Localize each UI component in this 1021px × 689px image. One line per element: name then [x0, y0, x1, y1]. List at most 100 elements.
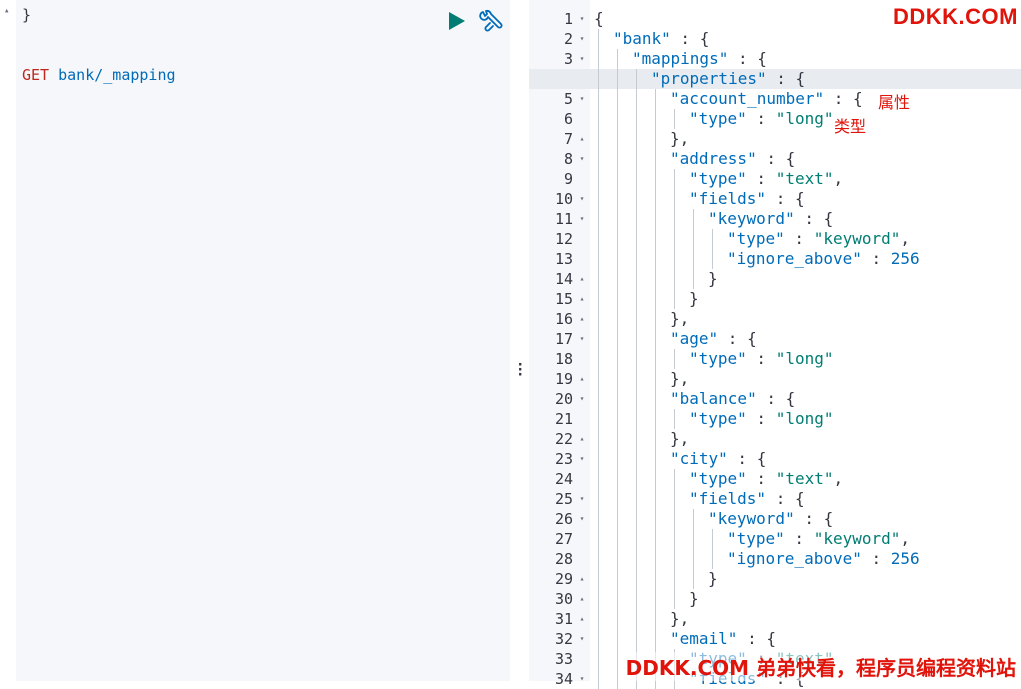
code-line: },: [670, 429, 689, 449]
token-punc: :: [746, 109, 776, 128]
indent-guide: [693, 209, 694, 289]
token-key: "type": [689, 169, 747, 188]
unfold-toggle-icon[interactable]: ▴: [577, 369, 587, 389]
line-number: 23: [554, 450, 573, 468]
fold-toggle-icon[interactable]: ▾: [577, 209, 587, 229]
watermark-bottom: DDKK.COM 弟弟快看，程序员编程资料站: [623, 652, 1018, 681]
indent-guide: [655, 89, 656, 689]
fold-toggle-icon[interactable]: ▾: [577, 89, 587, 109]
request-editor[interactable]: } GET bank/_mapping: [16, 0, 510, 681]
request-panel: ▴ } GET bank/_mapping: [0, 0, 512, 681]
token-key: "city": [670, 449, 728, 468]
token-key: "bank": [613, 29, 671, 48]
indent-guide: [712, 229, 713, 269]
unfold-toggle-icon[interactable]: ▴: [577, 129, 587, 149]
line-number: 5: [563, 90, 573, 108]
line-number: 9: [563, 170, 573, 188]
unfold-toggle-icon[interactable]: ▴: [577, 309, 587, 329]
token-key: "account_number": [670, 89, 825, 108]
code-line: "fields" : {: [689, 189, 805, 209]
token-punc: : {: [824, 89, 863, 108]
token-key: "ignore_above": [727, 549, 862, 568]
indent-guide: [674, 169, 675, 309]
code-line: "type" : "keyword",: [727, 529, 910, 549]
token-num: 256: [890, 549, 920, 568]
token-str: "long": [775, 349, 834, 368]
unfold-toggle-icon[interactable]: ▴: [577, 269, 587, 289]
code-line: "city" : {: [670, 449, 766, 469]
line-number: 2: [563, 30, 573, 48]
line-number: 31: [554, 610, 573, 628]
code-line: "keyword" : {: [708, 209, 833, 229]
fold-toggle-icon[interactable]: ▾: [577, 29, 587, 49]
line-number: 28: [554, 550, 573, 568]
panel-resize-handle[interactable]: · · ·: [511, 0, 529, 681]
token-punc: : {: [766, 489, 805, 508]
token-punc: : {: [728, 49, 767, 68]
indent-guide: [674, 409, 675, 429]
token-key: "age": [670, 329, 719, 348]
line-number: 6: [563, 110, 573, 128]
request-settings-button[interactable]: [478, 9, 504, 35]
fold-toggle-icon[interactable]: ▾: [577, 149, 587, 169]
fold-toggle-icon[interactable]: ▾: [577, 509, 587, 529]
request-line[interactable]: GET bank/_mapping: [22, 65, 176, 85]
vertical-dots-icon: · · ·: [516, 357, 525, 383]
unfold-toggle-icon[interactable]: ▴: [577, 429, 587, 449]
line-number: 34: [554, 670, 573, 688]
line-number: 15: [554, 290, 573, 308]
send-request-button[interactable]: [446, 9, 468, 33]
fold-toggle-icon[interactable]: ▾: [577, 329, 587, 349]
token-punc: : {: [737, 629, 776, 648]
line-number: 29: [554, 570, 573, 588]
unfold-toggle-icon[interactable]: ▴: [577, 609, 587, 629]
token-punc: },: [670, 129, 690, 148]
token-str: "long": [775, 109, 834, 128]
token-punc: ,: [900, 529, 911, 548]
fold-toggle-icon[interactable]: ▾: [577, 389, 587, 409]
line-number: 16: [554, 310, 573, 328]
token-key: "balance": [670, 389, 757, 408]
fold-toggle-icon[interactable]: ▾: [577, 189, 587, 209]
type-annotation: 类型: [834, 117, 867, 136]
http-verb: GET: [22, 66, 50, 84]
indent-guide: [674, 469, 675, 609]
code-line: "type" : "text",: [689, 169, 843, 189]
line-number: 25: [554, 490, 573, 508]
token-punc: :: [746, 409, 776, 428]
code-line: "email" : {: [670, 629, 776, 649]
token-punc: : {: [727, 449, 767, 468]
line-number: 1: [563, 10, 573, 28]
fold-toggle-icon[interactable]: ▾: [577, 489, 587, 509]
fold-toggle-icon[interactable]: ▾: [577, 49, 587, 69]
line-number: 14: [554, 270, 573, 288]
token-key: "type": [689, 469, 747, 488]
token-punc: :: [746, 169, 776, 188]
unfold-toggle-icon[interactable]: ▴: [577, 569, 587, 589]
line-number: 30: [554, 590, 573, 608]
fold-toggle-icon[interactable]: ▾: [577, 9, 587, 29]
token-key: "ignore_above": [727, 249, 862, 268]
unfold-toggle-icon[interactable]: ▴: [577, 289, 587, 309]
unfold-toggle-icon[interactable]: ▴: [577, 589, 587, 609]
token-punc: ,: [833, 469, 844, 488]
code-line: {: [594, 9, 604, 29]
token-key: "type": [689, 349, 747, 368]
fold-up-icon[interactable]: ▴: [4, 6, 9, 16]
line-number: 19: [554, 370, 573, 388]
indent-guide: [598, 29, 599, 689]
token-punc: },: [670, 369, 690, 388]
token-punc: : {: [670, 29, 710, 48]
fold-toggle-icon[interactable]: ▾: [577, 669, 587, 689]
token-punc: : {: [794, 509, 834, 528]
token-str: "text": [775, 169, 834, 188]
code-line: "type" : "text",: [689, 469, 843, 489]
token-punc: :: [861, 549, 891, 568]
fold-toggle-icon[interactable]: ▾: [577, 449, 587, 469]
watermark-top: DDKK.COM: [893, 4, 1018, 29]
line-number: 33: [554, 650, 573, 668]
code-line: "properties" : {: [651, 69, 805, 89]
token-punc: ,: [833, 169, 844, 188]
fold-toggle-icon[interactable]: ▾: [577, 629, 587, 649]
code-line: },: [670, 129, 689, 149]
